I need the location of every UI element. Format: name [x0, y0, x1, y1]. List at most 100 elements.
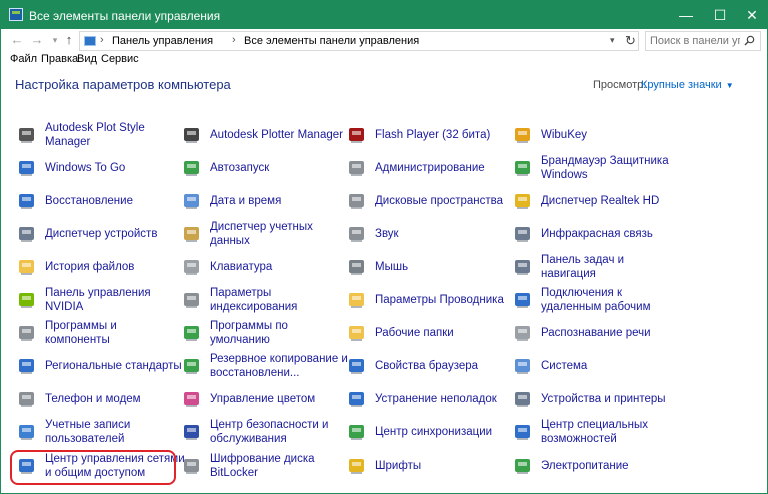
view-mode-dropdown[interactable]: Крупные значки ▼: [641, 79, 734, 91]
control-panel-item[interactable]: Дисковые пространства: [347, 185, 507, 217]
control-panel-item-label[interactable]: Мышь: [375, 260, 408, 274]
control-panel-item-label[interactable]: Инфракрасная связь: [541, 227, 653, 241]
control-panel-item-label[interactable]: Панель управления NVIDIA: [45, 286, 151, 314]
control-panel-item[interactable]: Параметры индексирования: [182, 284, 342, 316]
control-panel-item[interactable]: Центр синхронизации: [347, 416, 507, 448]
control-panel-item-label[interactable]: Управление цветом: [210, 392, 315, 406]
control-panel-item[interactable]: Windows To Go: [17, 152, 177, 184]
control-panel-item-label[interactable]: Windows To Go: [45, 161, 125, 175]
control-panel-item-label[interactable]: Диспетчер учетных данных: [210, 220, 313, 248]
control-panel-item[interactable]: Распознавание речи: [513, 317, 673, 349]
control-panel-item-label[interactable]: Центр специальных возможностей: [541, 418, 648, 446]
control-panel-item-label[interactable]: Восстановление: [45, 194, 133, 208]
control-panel-item-label[interactable]: Звук: [375, 227, 399, 241]
control-panel-item-label[interactable]: Программы и компоненты: [45, 319, 117, 347]
control-panel-item[interactable]: Восстановление: [17, 185, 177, 217]
control-panel-item-label[interactable]: Шифрование диска BitLocker: [210, 452, 315, 480]
control-panel-item[interactable]: Управление цветом: [182, 383, 342, 415]
control-panel-item[interactable]: Учетные записи пользователей: [17, 416, 177, 448]
menu-file[interactable]: Файл: [10, 53, 37, 65]
control-panel-item[interactable]: Панель управления NVIDIA: [17, 284, 177, 316]
minimize-button[interactable]: —: [669, 1, 703, 29]
control-panel-item[interactable]: Программы и компоненты: [17, 317, 177, 349]
control-panel-item[interactable]: Центр специальных возможностей: [513, 416, 673, 448]
refresh-icon[interactable]: ↻: [625, 33, 636, 49]
control-panel-item[interactable]: Шифрование диска BitLocker: [182, 450, 342, 482]
control-panel-item-label[interactable]: Устройства и принтеры: [541, 392, 666, 406]
control-panel-item-label[interactable]: Autodesk Plot Style Manager: [45, 121, 145, 149]
search-icon[interactable]: [744, 35, 755, 46]
control-panel-item-label[interactable]: История файлов: [45, 260, 134, 274]
control-panel-item[interactable]: Электропитание: [513, 450, 673, 482]
control-panel-item[interactable]: Подключения к удаленным рабочим: [513, 284, 673, 316]
control-panel-item[interactable]: Мышь: [347, 251, 507, 283]
control-panel-item[interactable]: Параметры Проводника: [347, 284, 507, 316]
control-panel-item[interactable]: Flash Player (32 бита): [347, 119, 507, 151]
control-panel-item-label[interactable]: Параметры Проводника: [375, 293, 504, 307]
control-panel-item-label[interactable]: Программы по умолчанию: [210, 319, 288, 347]
control-panel-item-label[interactable]: WibuKey: [541, 128, 587, 142]
chevron-down-icon[interactable]: ▼: [726, 81, 734, 90]
control-panel-item[interactable]: Панель задач и навигация: [513, 251, 673, 283]
control-panel-item-label[interactable]: Шрифты: [375, 459, 421, 473]
control-panel-item-label[interactable]: Дата и время: [210, 194, 281, 208]
control-panel-item-label[interactable]: Центр безопасности и обслуживания: [210, 418, 328, 446]
control-panel-item-label[interactable]: Автозапуск: [210, 161, 269, 175]
control-panel-item-label[interactable]: Центр синхронизации: [375, 425, 492, 439]
control-panel-item-label[interactable]: Телефон и модем: [45, 392, 141, 406]
close-button[interactable]: ✕: [735, 1, 768, 29]
control-panel-item[interactable]: Телефон и модем: [17, 383, 177, 415]
menu-edit[interactable]: Правка: [41, 53, 78, 65]
breadcrumb-control-panel[interactable]: Панель управления: [112, 35, 213, 47]
control-panel-item-label[interactable]: Autodesk Plotter Manager: [210, 128, 343, 142]
control-panel-item[interactable]: Диспетчер учетных данных: [182, 218, 342, 250]
control-panel-item-label[interactable]: Параметры индексирования: [210, 286, 297, 314]
control-panel-item[interactable]: Региональные стандарты: [17, 350, 182, 382]
control-panel-item[interactable]: Система: [513, 350, 673, 382]
control-panel-item[interactable]: Брандмауэр Защитника Windows: [513, 152, 673, 184]
control-panel-item-label[interactable]: Диспетчер Realtek HD: [541, 194, 659, 208]
control-panel-item-label[interactable]: Распознавание речи: [541, 326, 651, 340]
control-panel-item[interactable]: Autodesk Plotter Manager: [182, 119, 343, 151]
control-panel-item[interactable]: Администрирование: [347, 152, 507, 184]
control-panel-item-label[interactable]: Региональные стандарты: [45, 359, 182, 373]
control-panel-item-label[interactable]: Брандмауэр Защитника Windows: [541, 154, 669, 182]
address-dropdown-icon[interactable]: ▾: [610, 35, 615, 46]
menu-tools[interactable]: Сервис: [101, 53, 139, 65]
breadcrumb-all-items[interactable]: Все элементы панели управления: [244, 35, 419, 47]
control-panel-item-label[interactable]: Система: [541, 359, 587, 373]
control-panel-item-label[interactable]: Дисковые пространства: [375, 194, 503, 208]
control-panel-item-label[interactable]: Устранение неполадок: [375, 392, 497, 406]
control-panel-item[interactable]: Дата и время: [182, 185, 342, 217]
control-panel-item-label[interactable]: Клавиатура: [210, 260, 272, 274]
control-panel-item[interactable]: Свойства браузера: [347, 350, 507, 382]
control-panel-item[interactable]: Программы по умолчанию: [182, 317, 342, 349]
control-panel-item-label[interactable]: Учетные записи пользователей: [45, 418, 130, 446]
control-panel-item-label[interactable]: Панель задач и навигация: [541, 253, 624, 281]
control-panel-item-label[interactable]: Диспетчер устройств: [45, 227, 157, 241]
control-panel-item[interactable]: Инфракрасная связь: [513, 218, 673, 250]
up-arrow-icon[interactable]: ↑: [61, 32, 77, 48]
control-panel-item[interactable]: Устранение неполадок: [347, 383, 507, 415]
address-bar[interactable]: › Панель управления › Все элементы панел…: [79, 31, 639, 51]
control-panel-item[interactable]: Резервное копирование и восстановлени...: [182, 350, 348, 382]
control-panel-item-label[interactable]: Рабочие папки: [375, 326, 454, 340]
control-panel-item[interactable]: Центр безопасности и обслуживания: [182, 416, 342, 448]
control-panel-item-label[interactable]: Подключения к удаленным рабочим: [541, 286, 651, 314]
control-panel-item-label[interactable]: Администрирование: [375, 161, 485, 175]
control-panel-item[interactable]: Устройства и принтеры: [513, 383, 673, 415]
back-arrow-icon[interactable]: ←: [9, 32, 25, 48]
maximize-button[interactable]: ☐: [703, 1, 737, 29]
menu-view[interactable]: Вид: [77, 53, 97, 65]
control-panel-item-label[interactable]: Flash Player (32 бита): [375, 128, 490, 142]
control-panel-item-label[interactable]: Резервное копирование и восстановлени...: [210, 352, 348, 380]
control-panel-item[interactable]: WibuKey: [513, 119, 673, 151]
control-panel-item[interactable]: Автозапуск: [182, 152, 342, 184]
chevron-right-icon[interactable]: ›: [232, 34, 236, 46]
search-input[interactable]: [650, 34, 740, 48]
control-panel-item[interactable]: Звук: [347, 218, 507, 250]
forward-arrow-icon[interactable]: →: [29, 32, 45, 48]
control-panel-item[interactable]: Шрифты: [347, 450, 507, 482]
control-panel-item-label[interactable]: Свойства браузера: [375, 359, 478, 373]
control-panel-item[interactable]: История файлов: [17, 251, 177, 283]
